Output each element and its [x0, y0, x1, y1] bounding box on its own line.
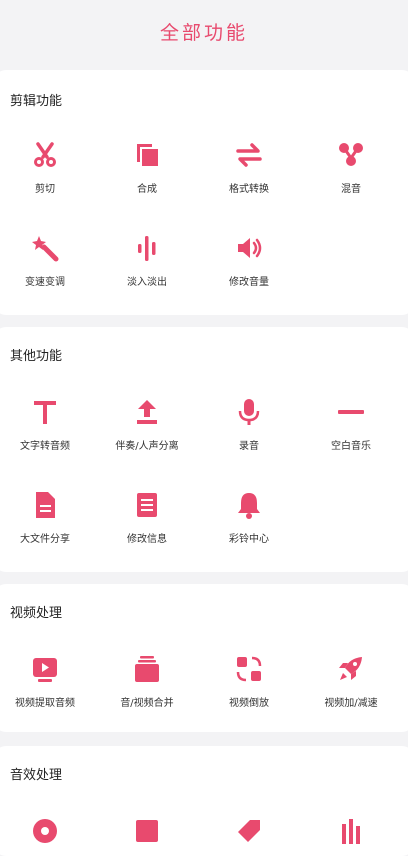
section-audio-effects: 音效处理	[0, 746, 408, 856]
section-title: 其他功能	[10, 349, 63, 364]
tool-label: 剪切	[35, 184, 55, 195]
microphone-icon	[238, 399, 260, 425]
tool-effect-3[interactable]	[198, 816, 300, 846]
tool-effect-2[interactable]	[96, 816, 198, 846]
bell-icon	[238, 493, 260, 519]
tool-separate[interactable]: 伴奏/人声分离	[96, 397, 198, 452]
document-icon	[137, 493, 157, 517]
tool-fade[interactable]: 淡入淡出	[96, 233, 198, 288]
tool-effect-1[interactable]	[0, 816, 96, 846]
tool-label: 合成	[137, 184, 157, 195]
tool-label: 空白音乐	[331, 441, 371, 452]
tool-label: 彩铃中心	[229, 534, 269, 545]
tool-ringtone-center[interactable]: 彩铃中心	[198, 490, 300, 545]
tool-tts[interactable]: 文字转音频	[0, 397, 96, 452]
minus-icon	[338, 410, 364, 414]
file-icon	[36, 492, 55, 518]
scissors-icon	[34, 142, 56, 167]
tool-reverse[interactable]: 视频倒放	[198, 654, 300, 709]
tool-merge[interactable]: 合成	[96, 140, 198, 195]
stack-icon	[135, 656, 159, 682]
page-header: 全部功能	[0, 0, 408, 62]
reverse-icon	[236, 656, 262, 682]
tool-av-merge[interactable]: 音/视频合并	[96, 654, 198, 709]
tool-label: 视频倒放	[229, 698, 269, 709]
tool-label: 混音	[341, 184, 361, 195]
tool-speed-pitch[interactable]: 变速变调	[0, 233, 96, 288]
page-title: 全部功能	[159, 21, 248, 44]
tool-convert[interactable]: 格式转换	[198, 140, 300, 195]
swap-icon	[236, 143, 262, 167]
tool-video-speed[interactable]: 视频加/减速	[300, 654, 402, 709]
magic-wand-icon	[32, 236, 59, 262]
section-title: 剪辑功能	[10, 94, 63, 109]
tool-label: 视频提取音频	[15, 698, 75, 709]
equalizer-icon	[342, 819, 360, 844]
tool-effect-4[interactable]	[300, 816, 402, 846]
tool-volume[interactable]: 修改音量	[198, 233, 300, 288]
rocket-icon	[339, 657, 362, 680]
text-icon	[34, 401, 56, 424]
waveform-icon	[138, 236, 156, 261]
tool-label: 大文件分享	[20, 534, 70, 545]
tool-edit-info[interactable]: 修改信息	[96, 490, 198, 545]
tool-large-file-share[interactable]: 大文件分享	[0, 490, 96, 545]
tool-label: 格式转换	[229, 184, 269, 195]
tool-blank-music[interactable]: 空白音乐	[300, 397, 402, 452]
upload-icon	[137, 400, 157, 424]
section-edit: 剪辑功能 剪切 合成 格式转换 混音 变速变调 淡入淡出 修改音量	[0, 70, 408, 315]
tool-extract-audio[interactable]: 视频提取音频	[0, 654, 96, 709]
tool-label: 录音	[239, 441, 259, 452]
copy-icon	[137, 144, 158, 166]
video-play-icon	[33, 658, 57, 682]
section-video: 视频处理 视频提取音频 音/视频合并 视频倒放 视频加/减速	[0, 584, 408, 732]
tool-cut[interactable]: 剪切	[0, 140, 96, 195]
tag-icon	[238, 820, 260, 842]
square-icon	[136, 820, 158, 842]
tool-label: 修改音量	[229, 277, 269, 288]
tool-mix[interactable]: 混音	[300, 140, 402, 195]
tool-label: 淡入淡出	[127, 277, 167, 288]
volume-icon	[238, 238, 262, 258]
tool-label: 变速变调	[25, 277, 65, 288]
disc-icon	[33, 819, 57, 843]
tool-label: 文字转音频	[20, 441, 70, 452]
tool-label: 伴奏/人声分离	[115, 441, 179, 452]
section-other: 其他功能 文字转音频 伴奏/人声分离 录音 空白音乐 大文件分享 修改信息 彩铃…	[0, 327, 408, 572]
section-title: 音效处理	[10, 768, 63, 783]
section-title: 视频处理	[10, 606, 63, 621]
tool-label: 音/视频合并	[120, 698, 174, 709]
tool-label: 视频加/减速	[324, 698, 378, 709]
tool-record[interactable]: 录音	[198, 397, 300, 452]
tool-label: 修改信息	[127, 534, 167, 545]
mix-icon	[339, 143, 363, 166]
